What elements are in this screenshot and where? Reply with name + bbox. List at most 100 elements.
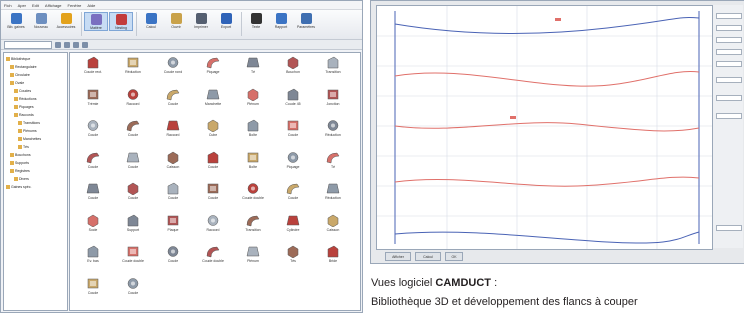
fitting-item[interactable]: Piquage: [193, 56, 233, 83]
toolbar-button[interactable]: Export: [214, 12, 238, 29]
fitting-item[interactable]: Bride: [313, 245, 353, 272]
tree-node[interactable]: Rectangulaire: [10, 65, 37, 69]
fitting-item[interactable]: Réduction: [113, 56, 153, 83]
fitting-item[interactable]: Caisson: [313, 214, 353, 241]
tree-node[interactable]: Registres: [10, 169, 30, 173]
fitting-item[interactable]: Coude: [73, 182, 113, 209]
tree-node[interactable]: Réductions: [14, 97, 37, 101]
fitting-item[interactable]: Coude: [73, 119, 113, 146]
menu-item[interactable]: Edit: [32, 3, 39, 8]
toolbar-button[interactable]: Ouvrir: [164, 12, 188, 29]
toolbar-button[interactable]: Nouveau: [29, 12, 53, 29]
property-field[interactable]: [716, 113, 742, 119]
tree-node[interactable]: Plénums: [18, 129, 37, 133]
fitting-item[interactable]: Coude: [113, 119, 153, 146]
fitting-item[interactable]: Coude: [273, 182, 313, 209]
tree-node[interactable]: Circulaire: [10, 73, 30, 77]
property-field[interactable]: [716, 49, 742, 55]
fitting-item[interactable]: Plénum: [233, 88, 273, 115]
fitting-item[interactable]: Trémie: [73, 88, 113, 115]
fitting-item[interactable]: Coude: [193, 151, 233, 178]
grid-icon[interactable]: [64, 41, 70, 48]
toolbar-button[interactable]: Rapport: [269, 12, 293, 29]
property-field[interactable]: [716, 95, 742, 101]
list-icon[interactable]: [73, 41, 79, 48]
fitting-item[interactable]: Coude: [193, 182, 233, 209]
fitting-item[interactable]: Boîte: [233, 151, 273, 178]
fitting-item[interactable]: Coude: [153, 88, 193, 115]
fitting-item[interactable]: Transition: [313, 56, 353, 83]
fitting-item[interactable]: Coude double: [113, 245, 153, 272]
view-icon[interactable]: [55, 41, 61, 48]
property-field[interactable]: [716, 13, 742, 19]
fitting-item[interactable]: Tés: [273, 245, 313, 272]
tree-node[interactable]: Raccords: [14, 113, 34, 117]
toolbar-button[interactable]: Calcul: [139, 12, 163, 29]
fitting-item[interactable]: Coude 45: [273, 88, 313, 115]
fitting-item[interactable]: Cylindre: [273, 214, 313, 241]
fitting-item[interactable]: Transition: [233, 214, 273, 241]
fitting-item[interactable]: Cube: [193, 119, 233, 146]
fitting-item[interactable]: Support: [113, 214, 153, 241]
fitting-item[interactable]: Coude rond: [153, 56, 193, 83]
fitting-item[interactable]: Raccord: [113, 88, 153, 115]
fitting-item[interactable]: Plaque: [153, 214, 193, 241]
fitting-item[interactable]: Caisson: [153, 151, 193, 178]
library-combo[interactable]: [4, 40, 52, 49]
toolbar-button[interactable]: Texte: [244, 12, 268, 29]
fitting-item[interactable]: Raccord: [193, 214, 233, 241]
toolbar-button[interactable]: Paramètres: [294, 12, 318, 29]
tree-node[interactable]: Manchettes: [18, 137, 41, 141]
fitting-item[interactable]: Té: [313, 151, 353, 178]
property-field[interactable]: [716, 77, 742, 83]
fitting-item[interactable]: Coude double: [193, 245, 233, 272]
fitting-item[interactable]: Coude: [113, 277, 153, 304]
property-field[interactable]: [716, 25, 742, 31]
tree-node[interactable]: Piquages: [14, 105, 34, 109]
fitting-item[interactable]: Té: [233, 56, 273, 83]
toolbar-button[interactable]: Bib. gaines: [4, 12, 28, 29]
show-button[interactable]: Afficher: [385, 252, 411, 261]
fitting-item[interactable]: Manchette: [193, 88, 233, 115]
property-field[interactable]: [716, 225, 742, 231]
tree-node[interactable]: Bibliothèque: [6, 57, 30, 61]
toolbar-button[interactable]: Matière: [84, 12, 108, 31]
fitting-item[interactable]: Coude: [113, 182, 153, 209]
tree-node[interactable]: Supports: [10, 161, 29, 165]
fitting-item[interactable]: Réduction: [313, 182, 353, 209]
tree-node[interactable]: Bouchons: [10, 153, 31, 157]
menu-item[interactable]: Fich: [4, 3, 12, 8]
property-field[interactable]: [716, 61, 742, 67]
fitting-item[interactable]: Coude: [113, 151, 153, 178]
fitting-item[interactable]: Coude double: [233, 182, 273, 209]
fitting-item[interactable]: Piquage: [273, 151, 313, 178]
fitting-item[interactable]: Coude rect.: [73, 56, 113, 83]
tree-node[interactable]: Coudes: [14, 89, 31, 93]
menu-item[interactable]: Aper: [18, 3, 26, 8]
tree-node[interactable]: Gaines spéc.: [6, 185, 31, 189]
menu-item[interactable]: Fenêtre: [68, 3, 82, 8]
menu-item[interactable]: Aide: [87, 3, 95, 8]
tree-node[interactable]: Tés: [18, 145, 29, 149]
fitting-item[interactable]: Ev. bas: [73, 245, 113, 272]
tree-node[interactable]: Ovale: [10, 81, 24, 85]
fitting-item[interactable]: Boîte: [233, 119, 273, 146]
fitting-item[interactable]: Plénum: [233, 245, 273, 272]
fitting-item[interactable]: Socle: [73, 214, 113, 241]
fitting-item[interactable]: Réduction: [313, 119, 353, 146]
fitting-item[interactable]: Coude: [153, 182, 193, 209]
toolbar-button[interactable]: Nesting: [109, 12, 133, 31]
fitting-item[interactable]: Coude: [153, 245, 193, 272]
category-tree[interactable]: Bibliothèque Rectangulaire Circulaire Ovale…: [3, 52, 68, 311]
toolbar-button[interactable]: Accessoires: [54, 12, 78, 29]
fitting-item[interactable]: Jonction: [313, 88, 353, 115]
property-field[interactable]: [716, 37, 742, 43]
compute-button[interactable]: Calcul: [415, 252, 441, 261]
ok-button[interactable]: OK: [445, 252, 463, 261]
fitting-item[interactable]: Bouchon: [273, 56, 313, 83]
tree-node[interactable]: Transitions: [18, 121, 40, 125]
tree-node[interactable]: Divers: [14, 177, 29, 181]
fitting-item[interactable]: Raccord: [153, 119, 193, 146]
fitting-item[interactable]: Coude: [73, 277, 113, 304]
fitting-item[interactable]: Coude: [73, 151, 113, 178]
